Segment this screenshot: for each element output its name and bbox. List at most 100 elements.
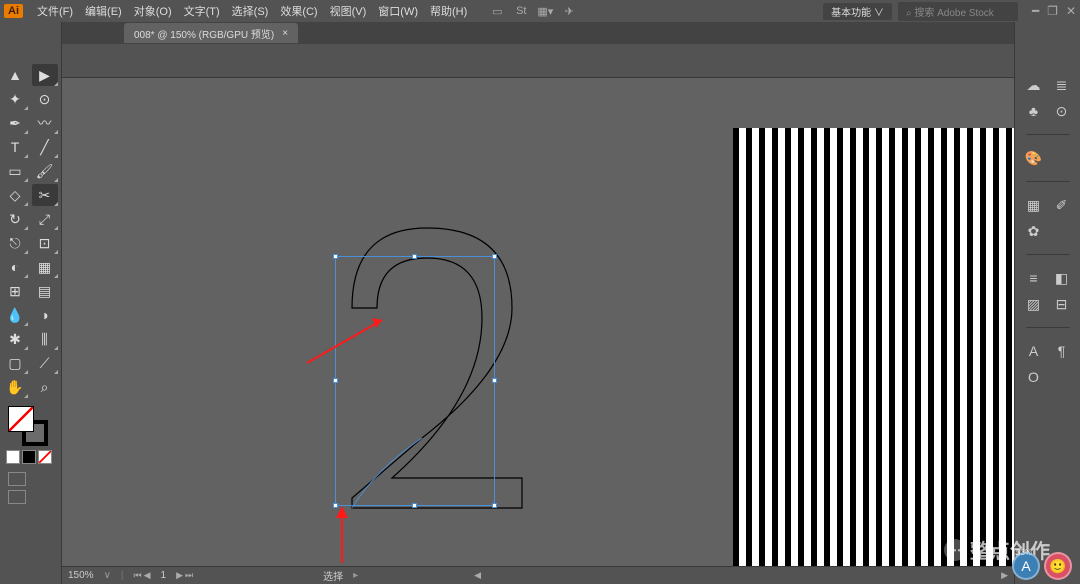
- handle-ml[interactable]: [333, 378, 338, 383]
- arrange-icon[interactable]: ▦▾: [537, 3, 553, 19]
- artboard-next-icon[interactable]: ▶: [176, 570, 183, 581]
- fill-mode-gradient[interactable]: [22, 450, 36, 464]
- menu-type[interactable]: 文字(T): [178, 3, 226, 19]
- artboard-last-icon[interactable]: ⏭: [185, 570, 193, 581]
- minimize-button[interactable]: ━: [1032, 4, 1039, 18]
- shape-builder-tool[interactable]: ◐: [2, 256, 28, 278]
- libraries-panel-icon[interactable]: ☁: [1022, 74, 1046, 96]
- character-panel-icon[interactable]: A: [1022, 340, 1046, 362]
- properties-panel-icon[interactable]: ≣: [1050, 74, 1074, 96]
- brushes-panel-icon[interactable]: ✐: [1050, 194, 1074, 216]
- main-area: ▲▶✦⊙✒〰T╱▭🖌◇✂↻⤢⎋⊡◐▦⊞▤💧◑✱⫼▢⟋✋⌕ 008* @ 150%…: [0, 22, 1080, 584]
- scroll-right-icon[interactable]: ▶: [1001, 570, 1008, 581]
- stroke-panel-icon[interactable]: ≡: [1022, 267, 1046, 289]
- eyedropper-tool[interactable]: 💧: [2, 304, 28, 326]
- gradient-tool[interactable]: ▤: [32, 280, 58, 302]
- zoom-level[interactable]: 150%: [68, 570, 94, 581]
- artboard-prev-icon[interactable]: ◀: [144, 570, 151, 581]
- doc-tab[interactable]: 008* @ 150% (RGB/GPU 预览) ×: [124, 23, 298, 43]
- canvas[interactable]: [62, 78, 1014, 566]
- color-panel-icon[interactable]: 🎨: [1022, 147, 1046, 169]
- control-bar[interactable]: [62, 44, 1014, 78]
- menu-help[interactable]: 帮助(H): [424, 3, 473, 19]
- menu-file[interactable]: 文件(F): [31, 3, 79, 19]
- menu-window[interactable]: 窗口(W): [372, 3, 424, 19]
- selection-tool[interactable]: ▲: [2, 64, 28, 86]
- asset-export-panel-icon[interactable]: ⊙: [1050, 100, 1074, 122]
- pen-tool[interactable]: ✒: [2, 112, 28, 134]
- tab-bar: 008* @ 150% (RGB/GPU 预览) ×: [62, 22, 1014, 44]
- annotation-arrow-1: [302, 308, 392, 368]
- layers-panel-icon[interactable]: ♣: [1022, 100, 1046, 122]
- gpu-icon[interactable]: ✈: [561, 3, 577, 19]
- scroll-left-icon[interactable]: ◀: [474, 570, 481, 581]
- direct-selection-tool[interactable]: ▶: [32, 64, 58, 86]
- search-input[interactable]: ⌕ 搜索 Adobe Stock: [898, 2, 1018, 21]
- rectangle-tool[interactable]: ▭: [2, 160, 28, 182]
- lasso-tool[interactable]: ⊙: [32, 88, 58, 110]
- type-tool[interactable]: T: [2, 136, 28, 158]
- toolbar: ▲▶✦⊙✒〰T╱▭🖌◇✂↻⤢⎋⊡◐▦⊞▤💧◑✱⫼▢⟋✋⌕: [0, 22, 62, 584]
- symbols-panel-icon[interactable]: ✿: [1022, 220, 1046, 242]
- menu-edit[interactable]: 编辑(E): [79, 3, 128, 19]
- artboard-number[interactable]: 1: [161, 570, 167, 581]
- menu-object[interactable]: 对象(O): [128, 3, 178, 19]
- scale-tool[interactable]: ⤢: [32, 208, 58, 230]
- paintbrush-tool[interactable]: 🖌: [32, 160, 58, 182]
- workspace-switcher[interactable]: 基本功能 ∨: [823, 3, 892, 20]
- artboard-first-icon[interactable]: ⏮: [134, 570, 142, 581]
- color-swatches[interactable]: [8, 406, 48, 446]
- magic-wand-tool[interactable]: ✦: [2, 88, 28, 110]
- restore-button[interactable]: ❐: [1047, 4, 1058, 18]
- avatar-badge-2: 🙂: [1044, 552, 1072, 580]
- handle-mr[interactable]: [492, 378, 497, 383]
- line-tool[interactable]: ╱: [32, 136, 58, 158]
- width-tool[interactable]: ⎋: [2, 232, 28, 254]
- hand-tool[interactable]: ✋: [2, 376, 28, 398]
- rotate-tool[interactable]: ↻: [2, 208, 28, 230]
- align-panel-icon[interactable]: ⊟: [1050, 293, 1074, 315]
- eraser-tool[interactable]: ✂: [32, 184, 58, 206]
- stripes-artboard: [733, 128, 1014, 566]
- artboard-tool[interactable]: ▢: [2, 352, 28, 374]
- fill-mode-color[interactable]: [6, 450, 20, 464]
- bridge-icon[interactable]: ▭: [489, 3, 505, 19]
- corner-badges: 53% A 🙂: [1012, 552, 1072, 580]
- stock-icon[interactable]: St: [513, 3, 529, 19]
- perspective-tool[interactable]: ▦: [32, 256, 58, 278]
- close-button[interactable]: ✕: [1066, 4, 1076, 18]
- transparency-panel-icon[interactable]: ▨: [1022, 293, 1046, 315]
- blend-tool[interactable]: ◑: [32, 304, 58, 326]
- status-dropdown-icon[interactable]: ▸: [353, 570, 358, 581]
- screen-mode-icon[interactable]: [8, 490, 26, 504]
- annotation-arrow-2: [322, 498, 362, 566]
- handle-tm[interactable]: [412, 254, 417, 259]
- handle-tl[interactable]: [333, 254, 338, 259]
- curvature-tool[interactable]: 〰: [32, 112, 58, 134]
- status-bar: 150% ∨ | ⏮ ◀ 1 ▶ ⏭ 选择 ▸ ◀ ▶: [62, 566, 1014, 584]
- gradient-panel-icon[interactable]: ◧: [1050, 267, 1074, 289]
- fill-mode-none[interactable]: [38, 450, 52, 464]
- zoom-tool[interactable]: ⌕: [32, 376, 58, 398]
- panel-dock: ☁≣♣⊙ 🎨 ▦✐✿ ≡◧▨⊟ A¶O: [1014, 22, 1080, 584]
- handle-br[interactable]: [492, 503, 497, 508]
- close-tab-icon[interactable]: ×: [282, 28, 288, 39]
- symbol-sprayer-tool[interactable]: ✱: [2, 328, 28, 350]
- opentype-panel-icon[interactable]: O: [1022, 366, 1046, 388]
- handle-bm[interactable]: [412, 503, 417, 508]
- free-transform-tool[interactable]: ⊡: [32, 232, 58, 254]
- paragraph-panel-icon[interactable]: ¶: [1050, 340, 1074, 362]
- slice-tool[interactable]: ⟋: [32, 352, 58, 374]
- fill-swatch[interactable]: [8, 406, 34, 432]
- draw-mode-icon[interactable]: [8, 472, 26, 486]
- menu-select[interactable]: 选择(S): [226, 3, 275, 19]
- column-graph-tool[interactable]: ⫼: [32, 328, 58, 350]
- mesh-tool[interactable]: ⊞: [2, 280, 28, 302]
- color-mode-swatches: [6, 450, 59, 464]
- handle-tr[interactable]: [492, 254, 497, 259]
- swatches-panel-icon[interactable]: ▦: [1022, 194, 1046, 216]
- shaper-tool[interactable]: ◇: [2, 184, 28, 206]
- menu-view[interactable]: 视图(V): [324, 3, 373, 19]
- bounding-box[interactable]: [335, 256, 495, 506]
- menu-effect[interactable]: 效果(C): [274, 3, 323, 19]
